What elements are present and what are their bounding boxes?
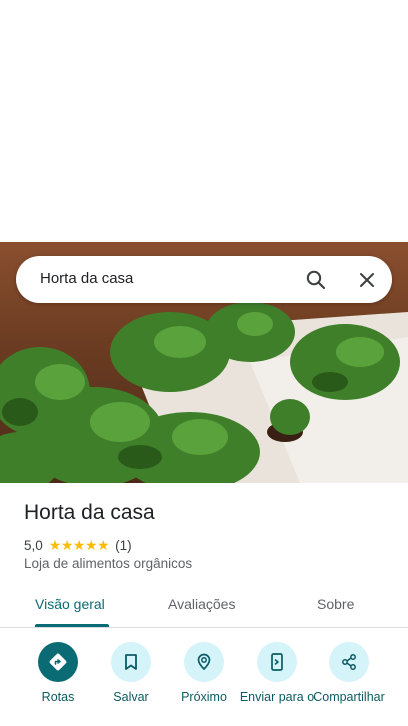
place-title: Horta da casa xyxy=(24,501,155,524)
star-icon: ★ xyxy=(72,537,86,553)
rating-row[interactable]: 5,0 ★ ★ ★ ★ ★ (1) xyxy=(24,536,132,554)
tab-overview[interactable]: Visão geral xyxy=(35,596,105,612)
rating-value: 5,0 xyxy=(24,537,43,553)
review-count[interactable]: (1) xyxy=(115,538,132,553)
place-category: Loja de alimentos orgânicos xyxy=(24,556,193,571)
nearby-icon xyxy=(184,642,224,682)
send-to-phone-label: Enviar para o xyxy=(239,690,315,704)
directions-icon xyxy=(38,642,78,682)
star-icon: ★ xyxy=(48,537,62,553)
directions-label: Rotas xyxy=(41,690,75,704)
active-tab-indicator xyxy=(35,624,109,627)
place-tabs: Visão geral Avaliações Sobre xyxy=(0,586,408,628)
send-to-phone-icon xyxy=(257,642,297,682)
share-label: Compartilhar xyxy=(313,690,385,704)
search-bar[interactable]: Horta da casa xyxy=(16,256,392,303)
action-bar: Rotas Salvar Próximo Enviar para o Compa… xyxy=(0,640,408,726)
share-icon xyxy=(329,642,369,682)
nearby-label: Próximo xyxy=(181,690,227,704)
search-icon[interactable] xyxy=(304,268,328,292)
star-icon: ★ xyxy=(60,537,74,553)
tab-about[interactable]: Sobre xyxy=(317,596,354,612)
tab-reviews[interactable]: Avaliações xyxy=(168,596,235,612)
star-icon: ★ xyxy=(84,537,98,553)
save-label: Salvar xyxy=(113,690,149,704)
bookmark-icon xyxy=(111,642,151,682)
search-input[interactable]: Horta da casa xyxy=(40,270,133,287)
star-icon: ★ xyxy=(97,537,110,553)
close-icon[interactable] xyxy=(355,268,379,292)
star-rating: ★ ★ ★ ★ ★ xyxy=(48,537,110,553)
map-blank-area xyxy=(0,0,408,242)
